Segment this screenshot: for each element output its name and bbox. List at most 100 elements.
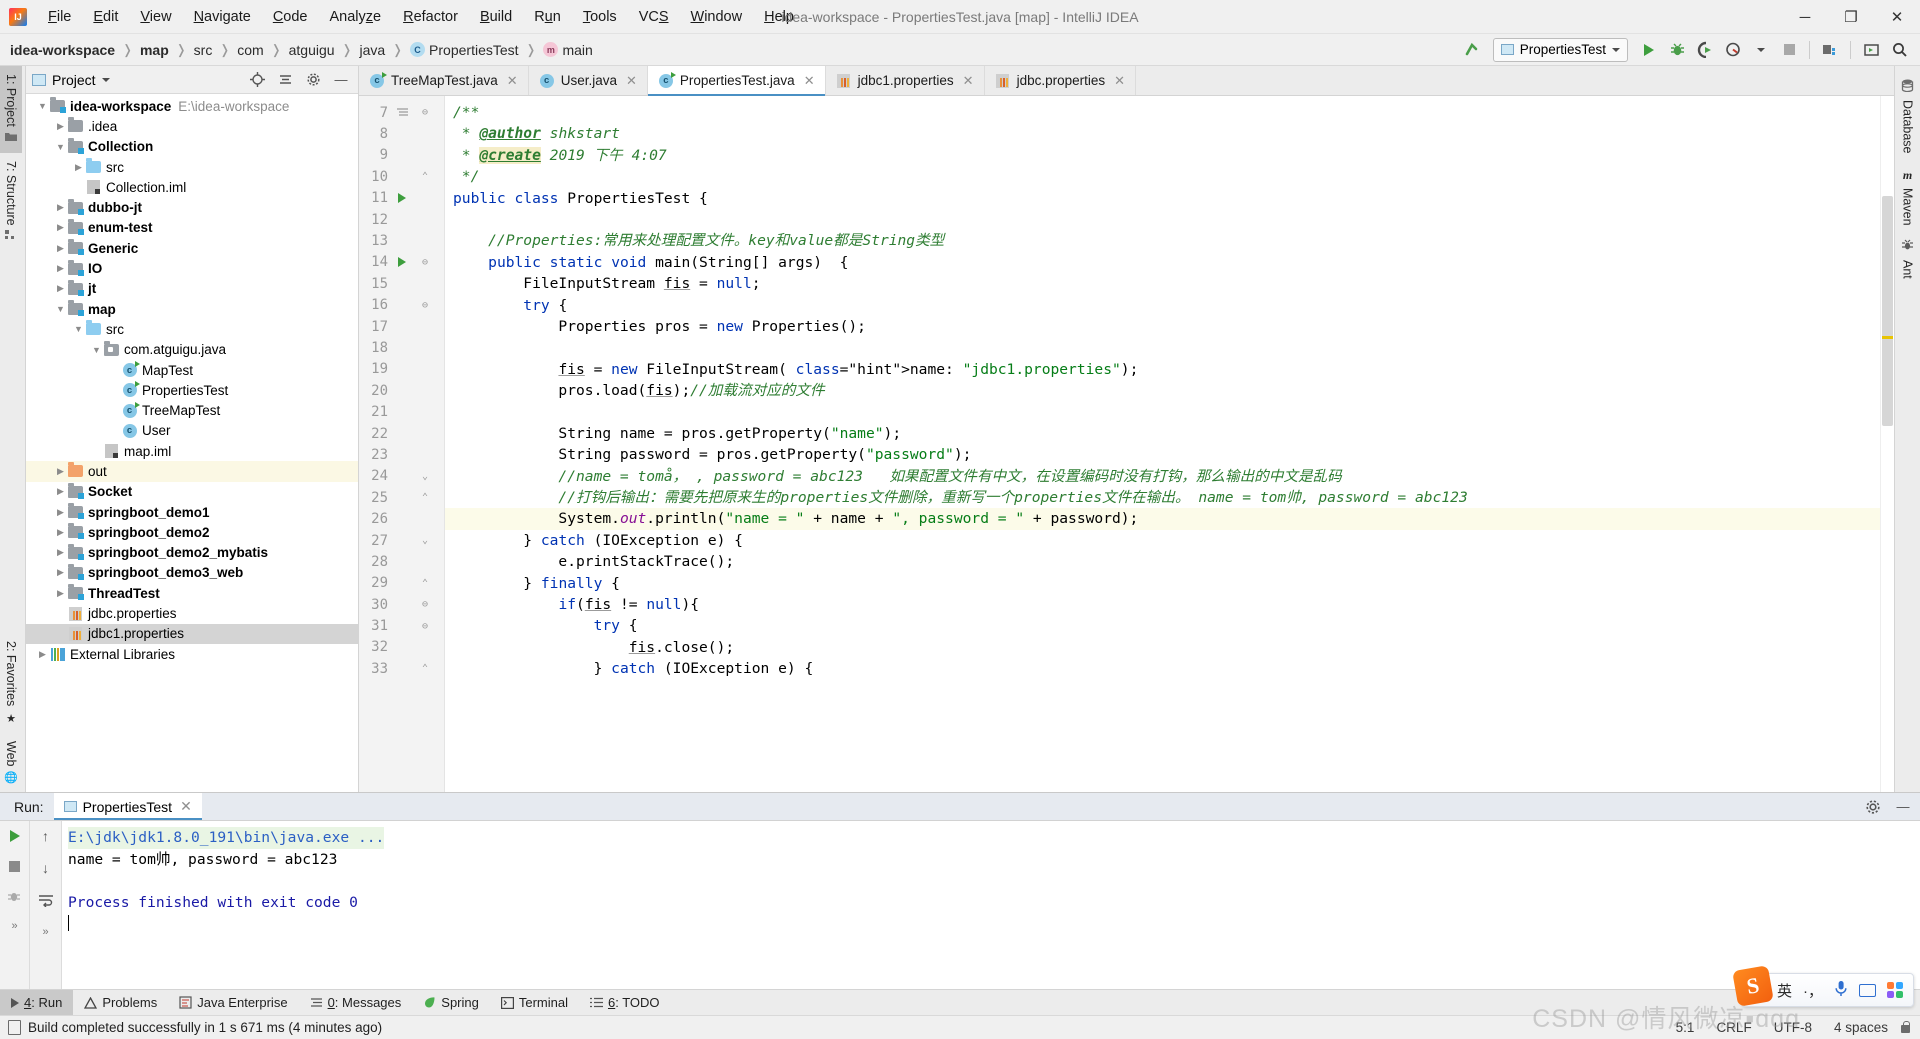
console-output[interactable]: E:\jdk\jdk1.8.0_191\bin\java.exe ... name… [62,821,1920,989]
tree-node-jt[interactable]: ▶ jt [26,279,358,299]
run-icon[interactable] [1636,38,1662,62]
editor-tabs[interactable]: c TreeMapTest.java ✕ c User.java ✕ c Properties… [359,66,1894,96]
menu-help[interactable]: Help [753,5,805,29]
minimize-button[interactable]: ─ [1782,0,1828,34]
soft-keyboard-icon[interactable] [1859,983,1876,997]
editor-scrollbar[interactable] [1880,96,1894,792]
code-line-27[interactable]: } catch (IOException e) { [445,530,1894,551]
tree-node-com-atguigu-java[interactable]: ▼ com.atguigu.java [26,340,358,360]
code-content[interactable]: /** * @author shkstart * @create 2019 下午… [445,96,1894,792]
breadcrumb-main[interactable]: m main [543,42,593,58]
expand-icon[interactable]: » [36,923,56,941]
chevron-down-icon[interactable]: ▼ [36,101,49,111]
project-tree[interactable]: ▼ idea-workspace E:\idea-workspace ▶ .idea ▼ C… [26,94,358,792]
chevron-right-icon[interactable]: ▶ [54,507,67,518]
hide-panel-icon[interactable]: — [330,70,352,90]
gutter-line-9[interactable]: 9 [359,145,444,166]
read-only-lock-icon[interactable] [1899,1020,1912,1035]
caret-position[interactable]: 5:1 [1676,1020,1695,1035]
settings-gear-icon[interactable] [1860,796,1886,818]
chevron-right-icon[interactable]: ▶ [54,243,67,254]
bottom-tab-0-messages[interactable]: 0: Messages [299,990,413,1015]
code-line-26[interactable]: System.out.println("name = " + name + ",… [445,508,1894,530]
code-fold-toggle[interactable]: ⌄ [413,471,437,482]
close-button[interactable]: ✕ [1874,0,1920,34]
close-icon[interactable]: ✕ [626,73,637,89]
editor-tab-treemaptest-java[interactable]: c TreeMapTest.java ✕ [359,66,529,95]
chevron-right-icon[interactable]: ▶ [54,466,67,477]
tree-node-generic[interactable]: ▶ Generic [26,238,358,258]
chevron-down-icon[interactable]: ▼ [54,142,67,152]
code-line-21[interactable] [445,401,1894,422]
code-line-32[interactable]: fis.close(); [445,637,1894,658]
code-fold-toggle[interactable]: ⌃ [413,171,437,182]
code-fold-toggle[interactable]: ⌃ [413,492,437,503]
chevron-down-icon[interactable] [101,77,110,82]
sidebar-item-ant[interactable]: Ant [1897,232,1919,286]
chevron-right-icon[interactable]: ▶ [36,649,49,660]
chevron-right-icon[interactable]: ▶ [54,222,67,233]
close-icon[interactable]: ✕ [180,798,192,815]
code-line-20[interactable]: pros.load(fis);//加载流对应的文件 [445,380,1894,401]
gutter-line-33[interactable]: 33 ⌃ [359,658,444,679]
code-line-22[interactable]: String name = pros.getProperty("name"); [445,423,1894,444]
microphone-icon[interactable] [1834,980,1848,1000]
bottom-tab-terminal[interactable]: Terminal [490,990,579,1015]
code-line-17[interactable]: Properties pros = new Properties(); [445,316,1894,337]
gutter-line-21[interactable]: 21 [359,401,444,422]
gutter-line-13[interactable]: 13 [359,230,444,251]
editor-tab-propertiestest-java[interactable]: c PropertiesTest.java ✕ [647,66,826,96]
menu-tools[interactable]: Tools [572,5,628,29]
editor-tab-jdbc-properties[interactable]: jdbc.properties ✕ [984,66,1137,95]
tree-node-map-iml[interactable]: map.iml [26,441,358,461]
editor-tab-jdbc1-properties[interactable]: jdbc1.properties ✕ [825,66,985,95]
gutter-line-19[interactable]: 19 [359,359,444,380]
settings-gear-icon[interactable] [302,70,324,90]
sogou-logo-icon[interactable]: S [1732,965,1774,1007]
tree-node-collection[interactable]: ▼ Collection [26,137,358,157]
code-line-31[interactable]: try { [445,615,1894,636]
toolbox-icon[interactable] [1887,982,1903,998]
gutter-line-17[interactable]: 17 [359,316,444,337]
menu-edit[interactable]: Edit [82,5,129,29]
tree-node-map[interactable]: ▼ map [26,299,358,319]
profiler-icon[interactable] [1720,38,1746,62]
ime-toolbar[interactable]: S 英 ·， [1732,965,1914,1007]
code-line-14[interactable]: public static void main(String[] args) { [445,252,1894,273]
bottom-tab-4-run[interactable]: 4: Run [0,990,74,1015]
breadcrumb-idea-workspace[interactable]: idea-workspace [10,42,115,58]
code-fold-toggle[interactable]: ⊖ [413,107,437,118]
expand-icon[interactable]: » [5,917,25,935]
soft-wrap-icon[interactable] [36,891,56,909]
chevron-right-icon[interactable]: ▶ [54,567,67,578]
code-line-11[interactable]: public class PropertiesTest { [445,188,1894,209]
run-configuration-selector[interactable]: PropertiesTest [1492,37,1628,62]
breadcrumb-com[interactable]: com [237,42,263,58]
code-line-18[interactable] [445,337,1894,358]
code-line-7[interactable]: /** [445,102,1894,123]
rerun-icon[interactable] [5,827,25,845]
bottom-tab-java-enterprise[interactable]: Java Enterprise [168,990,298,1015]
tree-node-threadtest[interactable]: ▶ ThreadTest [26,583,358,603]
editor-tab-user-java[interactable]: c User.java ✕ [528,66,648,95]
breadcrumb-properties-test[interactable]: C PropertiesTest [410,42,519,58]
breadcrumb-java[interactable]: java [359,42,385,58]
gutter-line-11[interactable]: 11 [359,188,444,209]
code-line-8[interactable]: * @author shkstart [445,123,1894,144]
menu-code[interactable]: Code [262,5,319,29]
hide-panel-icon[interactable]: — [1890,796,1916,818]
gutter-line-24[interactable]: 24 ⌄ [359,466,444,487]
gutter-line-23[interactable]: 23 [359,444,444,465]
run-gutter-icon[interactable] [391,257,413,268]
code-line-30[interactable]: if(fis != null){ [445,594,1894,615]
ime-punctuation-toggle[interactable]: ·， [1803,980,1823,1001]
run-tab-properties-test[interactable]: PropertiesTest ✕ [53,793,203,820]
menu-analyze[interactable]: Analyze [319,5,393,29]
code-line-13[interactable]: //Properties:常用来处理配置文件。key和value都是String… [445,230,1894,251]
close-icon[interactable]: ✕ [507,73,518,89]
gutter-line-16[interactable]: 16 ⊖ [359,295,444,316]
gutter-line-15[interactable]: 15 [359,273,444,294]
code-fold-toggle[interactable]: ⊖ [413,621,437,632]
tree-node-external-libraries[interactable]: ▶ External Libraries [26,644,358,664]
code-fold-toggle[interactable]: ⊖ [413,300,437,311]
